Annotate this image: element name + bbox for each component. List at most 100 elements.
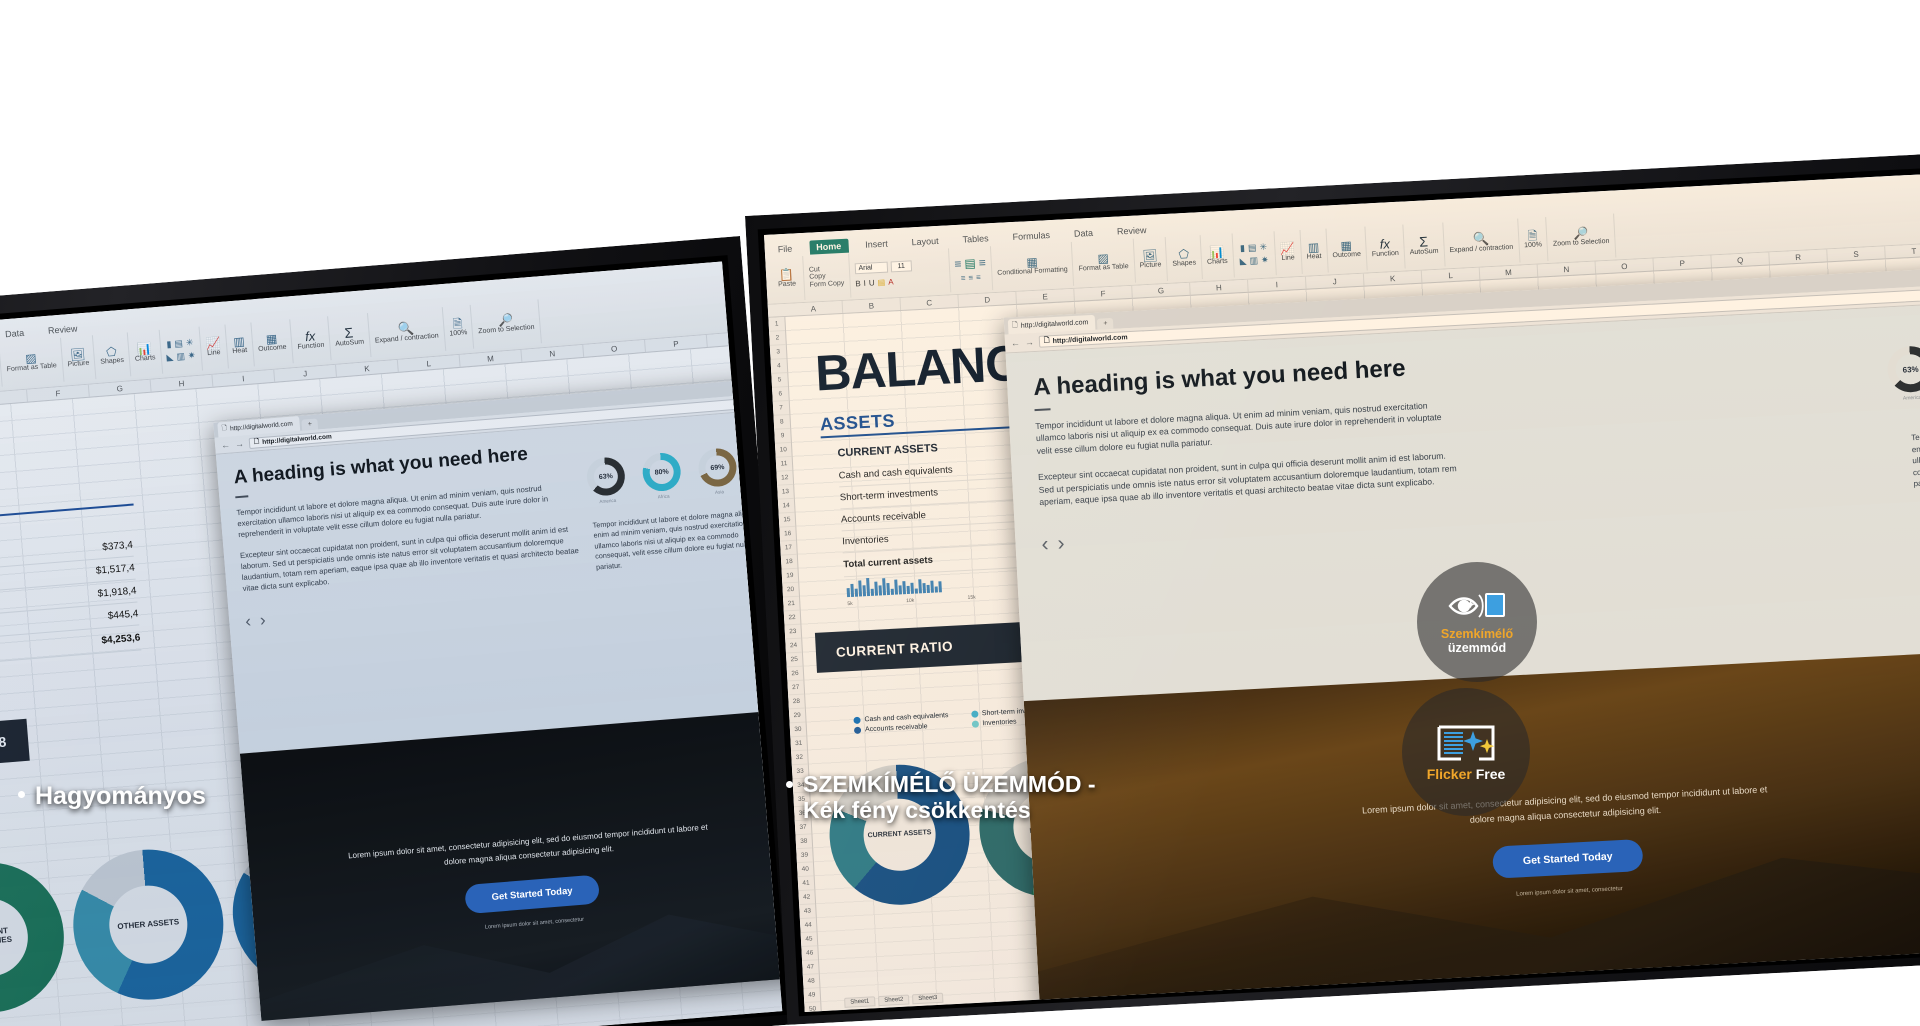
row-number[interactable]: 18 — [780, 554, 798, 570]
row-number[interactable]: 21 — [783, 596, 800, 612]
row-number[interactable]: 40 — [796, 862, 814, 878]
row-number[interactable]: 45 — [800, 932, 818, 948]
forward-arrow-icon[interactable]: → — [235, 438, 245, 449]
chevron-left-icon[interactable]: ‹ — [1041, 532, 1049, 556]
scatter-chart-icon[interactable]: ✳ — [1259, 242, 1267, 252]
ribbon-tab-review[interactable]: Review — [1110, 223, 1154, 239]
bar-chart-icon[interactable]: ▮ — [166, 339, 172, 349]
stacked-chart-icon[interactable]: ▤ — [1248, 242, 1257, 252]
row-number[interactable]: 11 — [775, 456, 793, 472]
font-color-icon[interactable]: A — [888, 277, 894, 286]
ribbon-tab-data[interactable]: Data — [1067, 225, 1101, 241]
row-number[interactable]: 30 — [789, 722, 807, 738]
ribbon-group-charts[interactable]: 📊 Charts — [1200, 233, 1235, 280]
ribbon-group-function[interactable]: fx Function — [1365, 224, 1406, 271]
sheet-tab-2[interactable]: Sheet2 — [878, 994, 910, 1007]
row-number[interactable]: 1 — [768, 317, 786, 332]
get-started-button[interactable]: Get Started Today — [1492, 839, 1644, 880]
row-number[interactable]: 24 — [785, 638, 802, 654]
bold-icon[interactable]: B — [855, 279, 861, 288]
ribbon-group-line[interactable]: 📈 Line — [1274, 229, 1303, 276]
italic-icon[interactable]: I — [863, 278, 866, 287]
row-number[interactable]: 29 — [788, 708, 806, 724]
ribbon-group-expand[interactable]: 🔍 Expand / contraction — [1443, 218, 1521, 267]
ribbon-group-zoom-selection[interactable]: 🔎 Zoom to Selection — [471, 299, 542, 349]
row-number[interactable]: 6 — [772, 386, 789, 402]
ribbon-group-line[interactable]: 📈 Line — [199, 324, 229, 371]
ribbon-tab-formulas[interactable]: Formulas — [1005, 228, 1057, 245]
sheet-tab-1[interactable]: Sheet1 — [844, 996, 876, 1008]
row-number[interactable]: 26 — [786, 666, 804, 682]
ribbon-group-zoom-selection[interactable]: 🔎 Zoom to Selection — [1546, 213, 1617, 261]
row-number[interactable]: 32 — [791, 750, 808, 766]
ribbon-group-outcome[interactable]: ▦ Outcome — [251, 319, 294, 367]
radar-chart-icon[interactable]: ✷ — [1261, 255, 1269, 265]
back-arrow-icon[interactable]: ← — [221, 440, 231, 451]
ribbon-group-heat[interactable]: ▥ Heat — [225, 322, 255, 369]
ribbon-group-autosum[interactable]: Σ AutoSum — [1403, 222, 1446, 269]
ribbon-tab-layout[interactable]: Layout — [904, 234, 946, 250]
indent-decrease-icon[interactable]: ≡ — [961, 273, 966, 282]
row-number[interactable]: 25 — [785, 652, 803, 668]
form-copy-label[interactable]: Form Copy — [810, 280, 845, 289]
row-number[interactable]: 8 — [773, 414, 791, 430]
indent-increase-icon[interactable]: ≡ — [968, 273, 973, 282]
underline-icon[interactable]: U — [869, 278, 875, 287]
align-left-icon[interactable]: ≡ — [954, 256, 962, 270]
row-number[interactable]: 3 — [769, 345, 787, 360]
chevron-right-icon[interactable]: › — [1057, 531, 1065, 555]
ribbon-group-outcome[interactable]: ▦ Outcome — [1326, 226, 1368, 273]
fill-color-icon[interactable]: ▤ — [877, 277, 885, 286]
col-T[interactable]: T — [1885, 243, 1920, 259]
ribbon-tab-home[interactable]: Home — [808, 238, 849, 255]
row-number[interactable]: 50 — [804, 1002, 821, 1012]
row-number[interactable]: 31 — [790, 736, 808, 752]
ribbon-group-format-as-table[interactable]: ▨ Format as Table — [0, 337, 65, 387]
row-number[interactable]: 20 — [782, 582, 799, 598]
back-arrow-icon[interactable]: ← — [1011, 338, 1021, 348]
ribbon-tab-insert[interactable]: Insert — [858, 236, 895, 252]
get-started-button[interactable]: Get Started Today — [464, 874, 600, 915]
scatter-chart-icon[interactable]: ✳ — [186, 337, 194, 348]
stacked-chart-icon[interactable]: ▤ — [174, 338, 183, 349]
row-number[interactable]: 27 — [787, 680, 805, 696]
area-chart-icon[interactable]: ◣ — [1239, 256, 1246, 266]
ribbon-group-format-as-table[interactable]: ▨ Format as Table — [1072, 238, 1136, 286]
wrap-text-icon[interactable]: ≡ — [976, 272, 981, 281]
row-number[interactable]: 28 — [788, 694, 805, 710]
chevron-left-icon[interactable]: ‹ — [245, 611, 252, 631]
font-size-input[interactable]: 11 — [890, 259, 913, 272]
ribbon-tab-tables[interactable]: Tables — [955, 231, 996, 247]
column-chart-icon[interactable]: ▥ — [1249, 255, 1258, 265]
ribbon-group-zoom100[interactable]: 🗎 100% — [1517, 217, 1549, 263]
row-number[interactable]: 44 — [799, 918, 817, 934]
row-number[interactable]: 13 — [777, 484, 794, 500]
chevron-right-icon[interactable]: › — [259, 610, 266, 630]
row-number[interactable]: 2 — [769, 331, 786, 346]
ribbon-group-picture[interactable]: 🖼 Picture — [1133, 236, 1169, 283]
ribbon-group-zoom100[interactable]: 🗎 100% — [442, 304, 475, 351]
ribbon-group-expand[interactable]: 🔍 Expand / contraction — [367, 307, 446, 357]
align-right-icon[interactable]: ≡ — [978, 255, 986, 269]
row-number[interactable]: 39 — [796, 848, 813, 864]
row-number[interactable]: 15 — [778, 512, 796, 528]
row-number[interactable]: 46 — [801, 946, 819, 962]
row-number[interactable]: 42 — [798, 890, 816, 906]
row-number[interactable]: 16 — [779, 526, 797, 542]
new-tab-button[interactable]: + — [1097, 317, 1114, 330]
row-number[interactable]: 23 — [784, 624, 802, 640]
row-number[interactable]: 12 — [776, 470, 794, 486]
row-number[interactable]: 38 — [795, 834, 813, 850]
row-number[interactable]: 7 — [772, 400, 790, 416]
row-number[interactable]: 22 — [783, 610, 801, 626]
ribbon-group-shapes[interactable]: ⬠ Shapes — [93, 332, 132, 380]
row-number[interactable]: 14 — [777, 498, 795, 514]
align-center-icon[interactable]: ▤ — [964, 255, 976, 270]
row-number[interactable]: 17 — [780, 540, 797, 556]
radar-chart-icon[interactable]: ✷ — [188, 350, 196, 361]
row-number[interactable]: 10 — [774, 442, 792, 458]
area-chart-icon[interactable]: ◣ — [166, 352, 174, 363]
ribbon-group-heat[interactable]: ▥ Heat — [1300, 228, 1329, 274]
new-tab-button[interactable]: + — [301, 418, 319, 431]
ribbon-group-autosum[interactable]: Σ AutoSum — [328, 313, 372, 361]
